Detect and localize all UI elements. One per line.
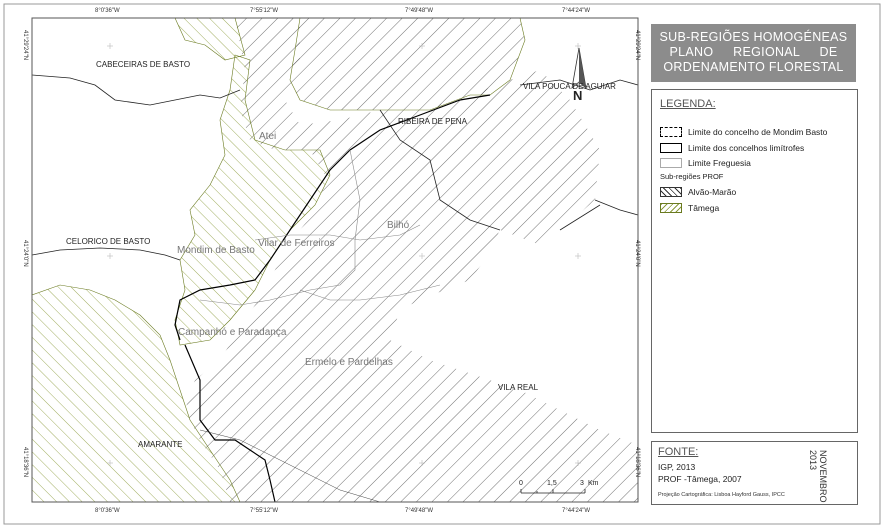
map-title-box: SUB-REGIÕES HOMOGÉNEAS PLANO REGIONAL DE… bbox=[651, 24, 856, 82]
label-atei: Atei bbox=[259, 131, 277, 142]
label-vilar: Vilar de Ferreiros bbox=[258, 238, 335, 249]
coord-left-3: 41°18'36"N bbox=[22, 447, 28, 478]
source-heading: FONTE: bbox=[658, 446, 699, 458]
label-ermelo: Ermelo e Pardelhas bbox=[305, 357, 393, 368]
legend-subregions-heading: Sub-regiões PROF bbox=[660, 172, 724, 181]
source-line-prof: PROF -Tâmega, 2007 bbox=[658, 474, 742, 484]
source-line-igp: IGP, 2013 bbox=[658, 462, 696, 472]
coord-top-3: 7°49'48"W bbox=[405, 8, 434, 14]
map-date: NOVEMBRO 2013 bbox=[808, 450, 828, 503]
scale-label-1: 1,5 bbox=[547, 480, 557, 487]
legend-box: LEGENDA: Limite do concelho de Mondim Ba… bbox=[651, 89, 858, 433]
coord-bottom-1: 8°0'36"W bbox=[95, 508, 120, 514]
legend-item-label: Limite do concelho de Mondim Basto bbox=[688, 127, 828, 137]
label-vila-real: VILA REAL bbox=[498, 383, 539, 392]
title-line-1: SUB-REGIÕES HOMOGÉNEAS bbox=[659, 30, 848, 44]
coord-left-1: 41°29'24"N bbox=[22, 30, 28, 61]
label-vila-pouca: VILA POUCA DE AGUIAR bbox=[523, 82, 616, 91]
label-amarante: AMARANTE bbox=[138, 440, 183, 449]
legend-item-label: Tâmega bbox=[688, 203, 720, 213]
coord-left-2: 41°24'0"N bbox=[22, 240, 28, 267]
scale-label-0: 0 bbox=[519, 480, 523, 487]
dashed-boundary-swatch bbox=[660, 127, 682, 137]
label-bilho: Bilhó bbox=[387, 220, 410, 231]
coord-top-1: 8°0'36"W bbox=[95, 8, 120, 14]
legend-item-freguesia-boundary: Limite Freguesia bbox=[660, 158, 751, 168]
solid-boundary-swatch bbox=[660, 143, 682, 153]
label-campanho: Campanhó e Paradança bbox=[178, 327, 287, 338]
legend-item-label: Limite dos concelhos limítrofes bbox=[688, 143, 805, 153]
coord-right-2: 41°24'0"N bbox=[634, 240, 640, 267]
coord-bottom-3: 7°49'48"W bbox=[405, 508, 434, 514]
label-cabeceiras: CABECEIRAS DE BASTO bbox=[96, 60, 191, 69]
legend-item-mondim-boundary: Limite do concelho de Mondim Basto bbox=[660, 127, 827, 137]
title-line-3: ORDENAMENTO FLORESTAL bbox=[663, 60, 844, 74]
label-ribeira-pena: RIBEIRA DE PENA bbox=[398, 117, 467, 126]
legend-item-alvao: Alvão-Marão bbox=[660, 187, 736, 197]
legend-item-label: Limite Freguesia bbox=[688, 158, 751, 168]
legend-item-tamega: Tâmega bbox=[660, 203, 719, 213]
map-layout: 8°0'36"W 7°55'12"W 7°49'48"W 7°44'24"W 8… bbox=[0, 0, 886, 531]
tamega-region-north bbox=[174, 18, 246, 61]
grey-boundary-swatch bbox=[660, 158, 682, 168]
tamega-hatch-swatch bbox=[660, 203, 682, 213]
coord-top-4: 7°44'24"W bbox=[562, 8, 591, 14]
coord-bottom-2: 7°55'12"W bbox=[250, 508, 279, 514]
coord-right-3: 41°18'36"N bbox=[634, 447, 640, 478]
legend-item-neighbour-boundary: Limite dos concelhos limítrofes bbox=[660, 143, 804, 153]
alvao-hatch-swatch bbox=[660, 187, 682, 197]
projection-note: Projeção Cartográfica: Lisboa Hayford Ga… bbox=[658, 492, 785, 498]
coord-top-2: 7°55'12"W bbox=[250, 8, 279, 14]
label-celorico: CELORICO DE BASTO bbox=[66, 237, 151, 246]
coord-right-1: 41°29'24"N bbox=[634, 30, 640, 61]
coord-bottom-4: 7°44'24"W bbox=[562, 508, 591, 514]
scale-label-2: 3 bbox=[580, 480, 584, 487]
legend-item-label: Alvão-Marão bbox=[688, 187, 737, 197]
title-line-2: PLANO REGIONAL DE bbox=[669, 45, 838, 59]
label-mondim: Mondim de Basto bbox=[177, 245, 255, 256]
legend-heading: LEGENDA: bbox=[660, 98, 716, 110]
scale-unit: Km bbox=[588, 480, 599, 487]
